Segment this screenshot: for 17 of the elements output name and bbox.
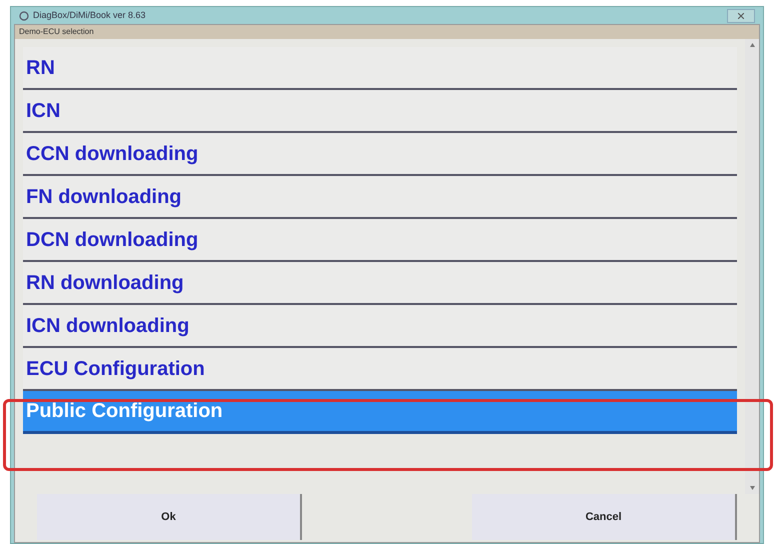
list-item[interactable]: DCN downloading [23,219,737,262]
list-item[interactable]: FN downloading [23,176,737,219]
dialog-title: Demo-ECU selection [19,26,94,38]
app-icon [19,10,29,20]
close-icon [738,12,744,18]
ok-button[interactable]: Ok [37,494,302,540]
list-item[interactable]: ICN downloading [23,305,737,348]
list-item[interactable]: RN [23,47,737,90]
close-button[interactable] [727,8,755,22]
list-item[interactable]: CCN downloading [23,133,737,176]
list-item[interactable]: ECU Configuration [23,348,737,391]
list-item[interactable]: ICN [23,90,737,133]
scroll-down-icon[interactable] [750,486,754,490]
scroll-up-icon[interactable] [750,43,754,47]
window-title: DiagBox/DiMi/Book ver 8.63 [33,8,146,22]
cancel-button[interactable]: Cancel [472,494,737,540]
list-item[interactable]: RN downloading [23,262,737,305]
